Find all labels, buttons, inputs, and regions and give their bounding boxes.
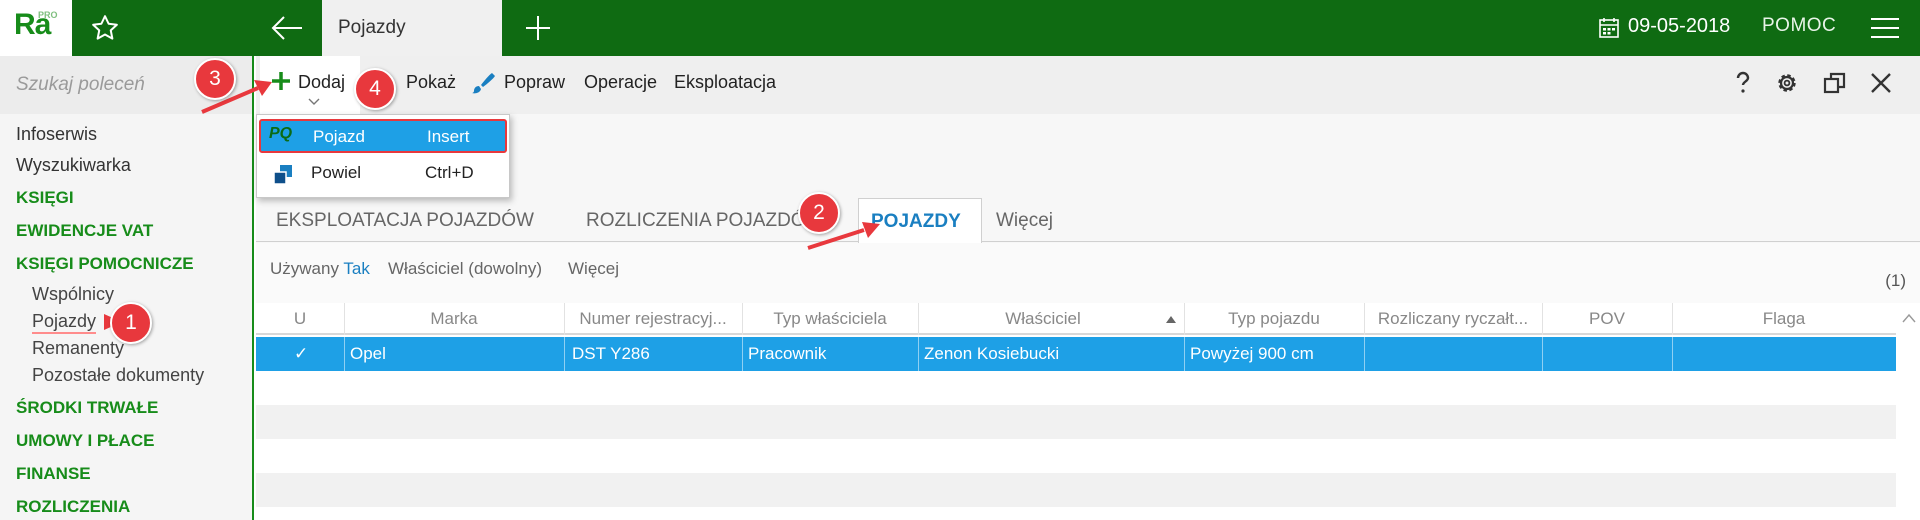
gear-icon[interactable] xyxy=(1774,70,1800,96)
filter-used-label: Używany xyxy=(270,259,339,278)
filter-used-value: Tak xyxy=(343,259,370,278)
cell-numer: DST Y286 xyxy=(572,344,650,363)
tab-pojazdy[interactable]: Pojazdy xyxy=(322,0,502,56)
cell-wlasciciel: Zenon Kosiebucki xyxy=(924,344,1060,363)
empty-row xyxy=(256,473,1896,507)
content-tabs: EKSPLOATACJA POJAZDÓW ROZLICZENIA POJAZD… xyxy=(256,198,1920,243)
sidebar-item-infoserwis[interactable]: Infoserwis xyxy=(16,124,97,145)
record-count: (1) xyxy=(1885,271,1906,290)
duplicate-icon xyxy=(273,165,292,185)
sidebar-section-ewidencje-vat[interactable]: EWIDENCJE VAT xyxy=(16,221,153,241)
tab-pojazdy-label: POJAZDY xyxy=(871,211,961,232)
add-dropdown-menu: PQ Pojazd Insert Powiel Ctrl+D xyxy=(256,114,510,198)
filter-owner[interactable]: Właściciel (dowolny) xyxy=(388,259,542,279)
menu-item-pojazd-label: Pojazd xyxy=(313,127,365,146)
exploitation-button[interactable]: Eksploatacja xyxy=(674,72,776,93)
new-tab-plus-icon[interactable] xyxy=(524,14,552,42)
col-header-rozliczany[interactable]: Rozliczany ryczałt... xyxy=(1364,309,1542,329)
col-header-u[interactable]: U xyxy=(256,309,344,329)
chevron-down-icon xyxy=(308,98,320,105)
add-button-label: Dodaj xyxy=(298,72,346,92)
vehicle-pq-icon: PQ xyxy=(269,125,293,142)
close-icon[interactable] xyxy=(1868,70,1894,96)
filter-more[interactable]: Więcej xyxy=(568,259,619,279)
logo-badge: PRO xyxy=(38,10,58,20)
sidebar-section-ksiegi[interactable]: KSIĘGI xyxy=(16,188,74,208)
sidebar-section-finanse[interactable]: FINANSE xyxy=(16,464,91,484)
help-icon[interactable] xyxy=(1730,70,1756,96)
sidebar-section-ksiegi-pomocnicze[interactable]: KSIĘGI POMOCNICZE xyxy=(16,254,194,274)
col-header-flaga[interactable]: Flaga xyxy=(1672,309,1896,329)
show-button[interactable]: Pokaż xyxy=(406,72,456,93)
edit-button[interactable]: Popraw xyxy=(504,72,565,93)
back-arrow-icon[interactable] xyxy=(270,14,304,42)
table-row[interactable]: ✓ Opel DST Y286 Pracownik Zenon Kosiebuc… xyxy=(256,337,1896,371)
restore-window-icon[interactable] xyxy=(1822,70,1848,96)
cell-separator xyxy=(344,337,345,371)
cell-separator xyxy=(1184,337,1185,371)
col-header-typ-wlasciciela[interactable]: Typ właściciela xyxy=(742,309,918,329)
cell-separator xyxy=(564,337,565,371)
annotation-badge-1: 1 xyxy=(110,302,152,344)
app-logo[interactable]: Ra PRO xyxy=(0,0,72,56)
annotation-badge-3: 3 xyxy=(194,58,236,100)
sort-ascending-icon xyxy=(1166,316,1176,323)
cell-separator xyxy=(1542,337,1543,371)
col-header-wlasciciel[interactable]: Właściciel xyxy=(918,309,1168,329)
col-header-marka[interactable]: Marka xyxy=(344,309,564,329)
cell-marka: Opel xyxy=(350,344,386,363)
sidebar-item-remanenty[interactable]: Remanenty xyxy=(32,338,124,359)
star-icon[interactable] xyxy=(90,13,120,43)
hamburger-menu-icon[interactable] xyxy=(1870,16,1900,40)
col-header-pov[interactable]: POV xyxy=(1542,309,1672,329)
filter-bar: Używany Tak Właściciel (dowolny) Więcej … xyxy=(256,243,1920,303)
menu-item-powiel-label: Powiel xyxy=(311,163,362,182)
tab-eksploatacja-pojazdow[interactable]: EKSPLOATACJA POJAZDÓW xyxy=(276,210,534,232)
tab-more[interactable]: Więcej xyxy=(996,210,1053,232)
command-search-input[interactable] xyxy=(16,70,216,100)
scroll-up-chevron-icon[interactable] xyxy=(1902,313,1916,323)
empty-row xyxy=(256,405,1896,439)
date-text: 09-05-2018 xyxy=(1628,15,1731,37)
brush-icon[interactable] xyxy=(470,70,496,96)
calendar-icon xyxy=(1599,18,1619,38)
cell-typ-wlasciciela: Pracownik xyxy=(748,344,827,363)
col-header-typ-pojazdu[interactable]: Typ pojazdu xyxy=(1184,309,1364,329)
filter-used[interactable]: Używany Tak xyxy=(270,259,370,279)
sidebar-item-wspolnicy[interactable]: Wspólnicy xyxy=(32,284,114,305)
top-bar: Ra PRO Pojazdy 09-05-2018 POMOC xyxy=(0,0,1920,56)
menu-item-pojazd-shortcut: Insert xyxy=(427,127,470,146)
sidebar-item-pojazdy[interactable]: Pojazdy xyxy=(32,311,97,334)
cell-separator xyxy=(1364,337,1365,371)
operations-button[interactable]: Operacje xyxy=(584,72,657,93)
cell-typ-pojazdu: Powyżej 900 cm xyxy=(1190,344,1314,363)
cell-separator xyxy=(918,337,919,371)
grid-header: U Marka Numer rejestracyj... Typ właścic… xyxy=(256,303,1896,335)
menu-item-powiel-shortcut: Ctrl+D xyxy=(425,163,474,182)
cell-separator xyxy=(1672,337,1673,371)
cell-separator xyxy=(742,337,743,371)
cell-used-check: ✓ xyxy=(294,344,309,363)
sidebar-item-wyszukiwarka[interactable]: Wyszukiwarka xyxy=(16,155,131,176)
sidebar: Infoserwis Wyszukiwarka KSIĘGI EWIDENCJE… xyxy=(0,56,254,520)
sidebar-item-pozostale-dokumenty[interactable]: Pozostałe dokumenty xyxy=(32,365,204,386)
toolbar: Dodaj Pokaż Popraw Operacje Eksploatacja xyxy=(256,56,1920,114)
col-header-numer[interactable]: Numer rejestracyj... xyxy=(564,309,742,329)
tab-rozliczenia-pojazdow[interactable]: ROZLICZENIA POJAZDÓW xyxy=(586,210,824,232)
annotation-badge-4: 4 xyxy=(354,68,396,110)
menu-item-powiel[interactable]: Powiel Ctrl+D xyxy=(257,155,511,195)
sidebar-section-umowy-i-place[interactable]: UMOWY I PŁACE xyxy=(16,431,155,451)
help-link[interactable]: POMOC xyxy=(1762,15,1836,37)
sidebar-section-srodki-trwale[interactable]: ŚRODKI TRWAŁE xyxy=(16,398,158,418)
menu-item-pojazd[interactable]: PQ Pojazd Insert xyxy=(259,119,507,153)
vehicles-grid: U Marka Numer rejestracyj... Typ właścic… xyxy=(256,303,1920,520)
sidebar-section-rozliczenia[interactable]: ROZLICZENIA xyxy=(16,497,130,517)
tab-title: Pojazdy xyxy=(338,17,406,38)
annotation-badge-2: 2 xyxy=(798,192,840,234)
